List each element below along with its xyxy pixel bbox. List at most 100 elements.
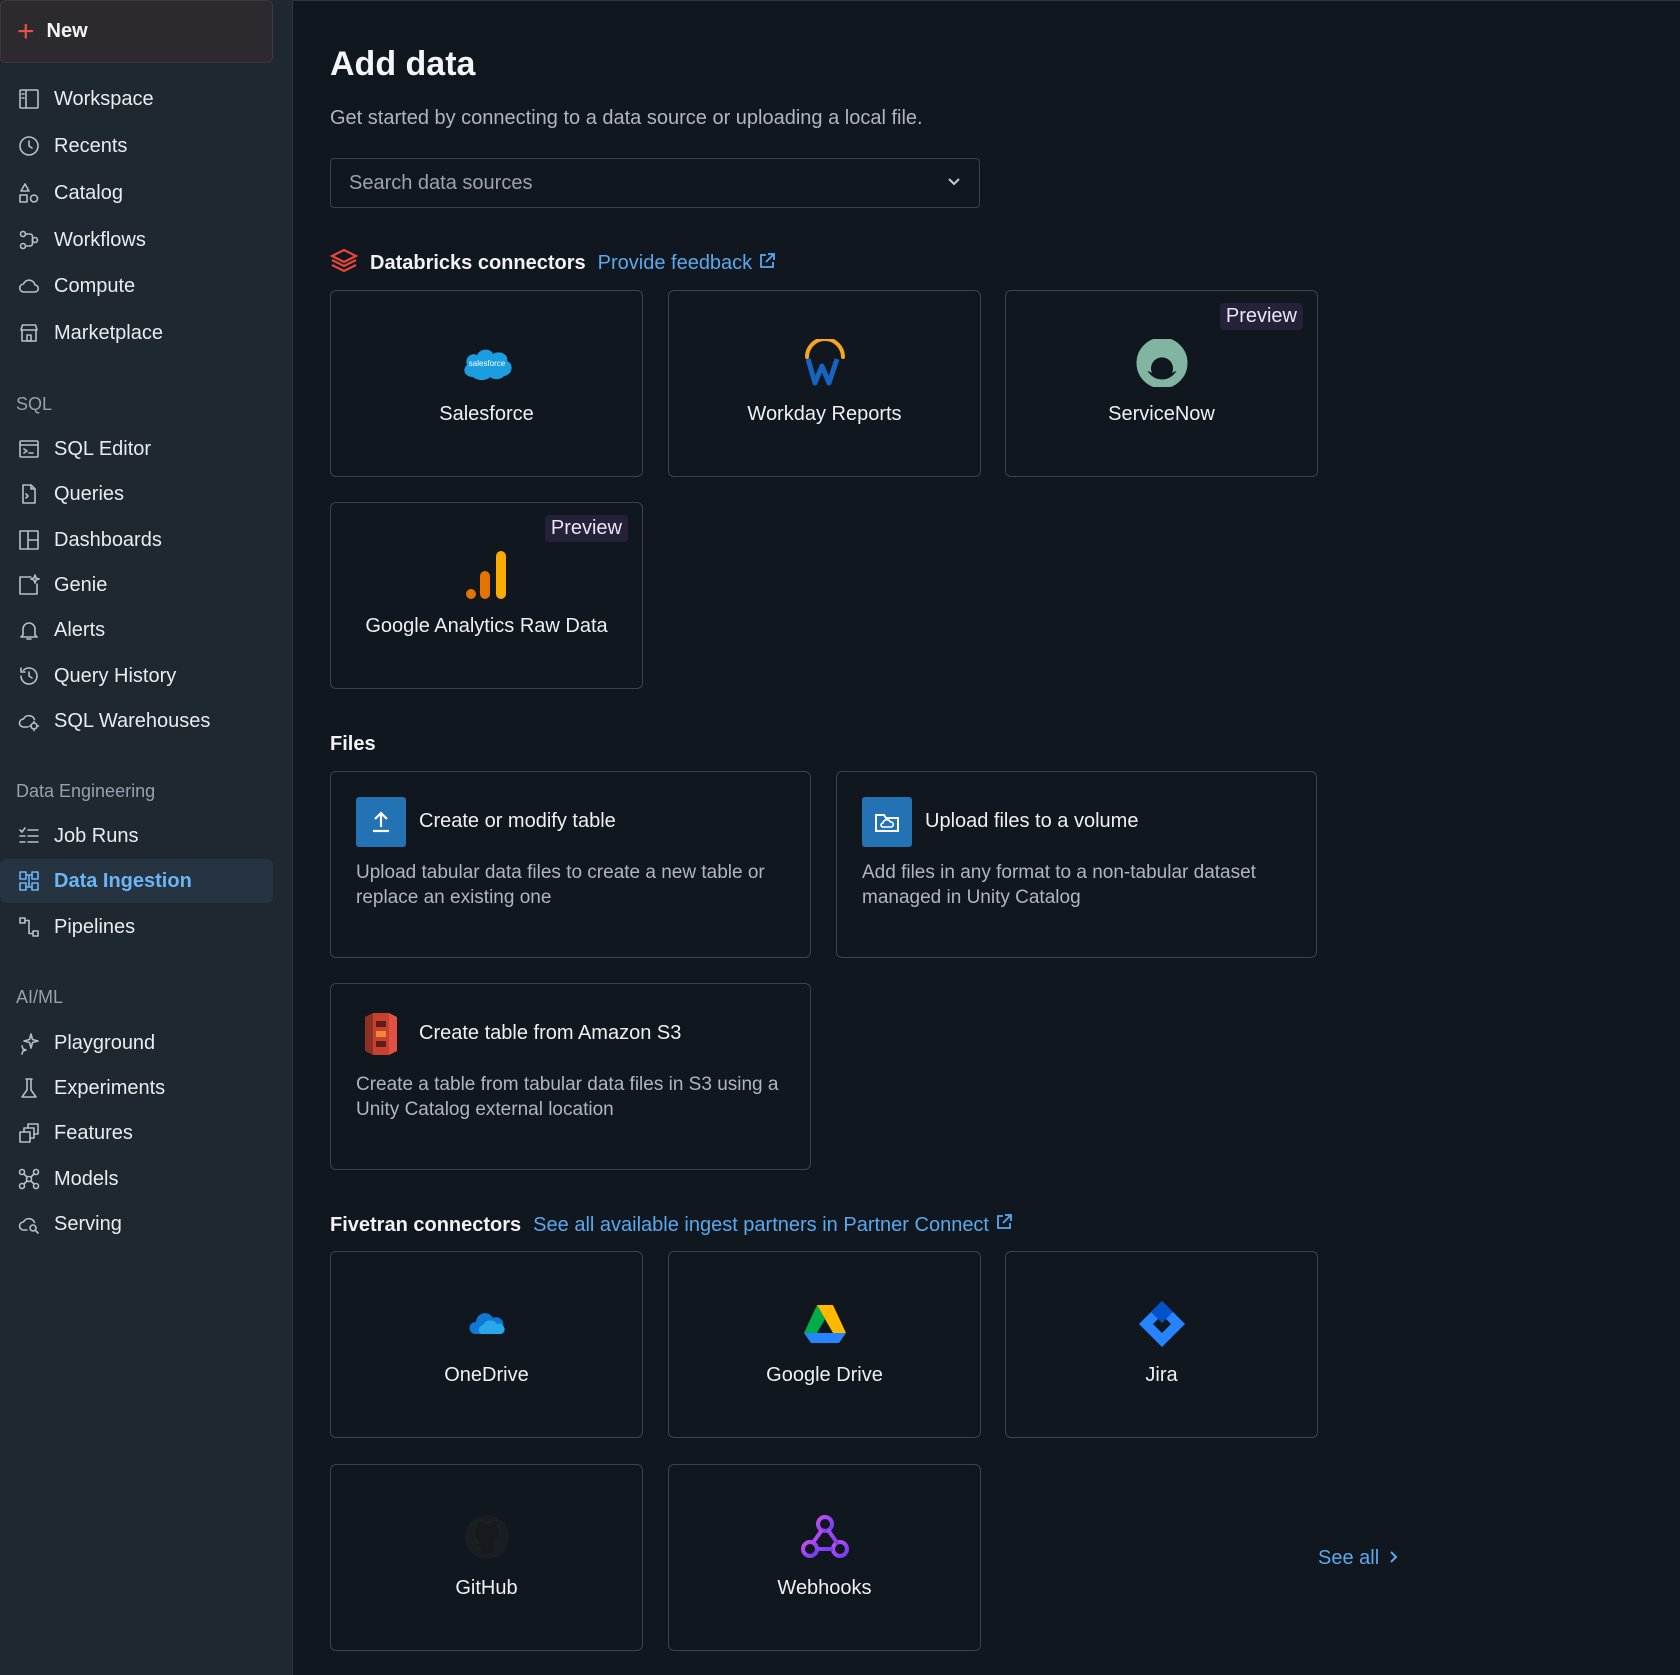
tile-description: Create a table from tabular data files i… — [356, 1074, 779, 1120]
connector-tile-workday-reports[interactable]: Workday Reports — [668, 290, 981, 477]
connector-tile-servicenow[interactable]: Preview ServiceNow — [1005, 290, 1318, 477]
sidebar-section-ai-ml: AI/ML — [16, 987, 64, 1007]
fivetran-connectors-header: Fivetran connectors See all available in… — [330, 1213, 1013, 1237]
features-icon — [16, 1120, 42, 1146]
sidebar-item-label: Genie — [54, 573, 108, 596]
amazon-s3-icon — [356, 1009, 406, 1059]
cloud-icon — [16, 273, 42, 299]
salesforce-logo-text: salesforce — [468, 359, 505, 368]
sidebar-section-data-engineering: Data Engineering — [16, 781, 156, 801]
sparkle-icon — [16, 1030, 42, 1056]
tile-title: Create table from Amazon S3 — [419, 1022, 682, 1044]
sidebar-item-dashboards[interactable]: Dashboards — [0, 518, 273, 562]
sidebar-item-queries[interactable]: Queries — [0, 472, 273, 516]
catalog-icon — [16, 180, 42, 206]
sidebar-item-workspace[interactable]: Workspace — [0, 77, 273, 121]
link-label: Provide feedback — [597, 252, 753, 274]
main-content: Add data Get started by connecting to a … — [293, 0, 1680, 1675]
sidebar-item-catalog[interactable]: Catalog — [0, 171, 273, 215]
dashboard-icon — [16, 527, 42, 553]
sidebar: + New Workspace Recents Catalog Workflow… — [0, 0, 293, 1675]
connector-tile-webhooks[interactable]: Webhooks — [668, 1464, 981, 1651]
upload-icon — [356, 797, 406, 847]
link-label: See all available ingest partners in Par… — [533, 1213, 989, 1236]
sidebar-item-job-runs[interactable]: Job Runs — [0, 814, 273, 858]
bell-icon — [16, 617, 42, 643]
upload-files-to-volume-tile[interactable]: Upload files to a volume Add files in an… — [836, 771, 1317, 958]
tile-description: Upload tabular data files to create a ne… — [356, 862, 765, 908]
sidebar-item-workflows[interactable]: Workflows — [0, 218, 273, 262]
sidebar-item-sql-warehouses[interactable]: SQL Warehouses — [0, 699, 273, 743]
connector-name: Google Drive — [766, 1364, 883, 1386]
workspace-icon — [16, 86, 42, 112]
query-file-icon — [16, 481, 42, 507]
sidebar-item-features[interactable]: Features — [0, 1111, 273, 1155]
clock-icon — [16, 133, 42, 159]
preview-badge: Preview — [1219, 303, 1303, 330]
sidebar-item-playground[interactable]: Playground — [0, 1021, 273, 1065]
sidebar-item-label: Queries — [54, 482, 125, 505]
storefront-icon — [16, 320, 42, 346]
see-all-link[interactable]: See all — [1318, 1547, 1399, 1570]
sidebar-item-label: Serving — [54, 1212, 122, 1235]
servicenow-logo-icon — [1006, 337, 1317, 389]
search-data-sources-input[interactable]: Search data sources — [330, 158, 980, 208]
new-button[interactable]: + New — [0, 0, 273, 63]
connector-tile-github[interactable]: GitHub — [330, 1464, 643, 1651]
sidebar-item-pipelines[interactable]: Pipelines — [0, 905, 273, 949]
sidebar-item-label: Features — [54, 1121, 133, 1144]
sidebar-item-compute[interactable]: Compute — [0, 264, 273, 308]
new-button-label: New — [46, 20, 88, 42]
sql-editor-icon — [16, 436, 42, 462]
sidebar-item-models[interactable]: Models — [0, 1157, 273, 1201]
flask-icon — [16, 1075, 42, 1101]
sidebar-item-label: Experiments — [54, 1076, 166, 1099]
sidebar-section-sql: SQL — [16, 394, 53, 414]
salesforce-logo-icon: salesforce — [331, 337, 642, 389]
sidebar-item-label: Alerts — [54, 618, 106, 641]
connector-name: Salesforce — [439, 403, 534, 425]
sidebar-item-alerts[interactable]: Alerts — [0, 608, 273, 652]
sidebar-item-label: SQL Editor — [54, 437, 152, 460]
partner-connect-link[interactable]: See all available ingest partners in Par… — [533, 1213, 1013, 1237]
sidebar-item-experiments[interactable]: Experiments — [0, 1066, 273, 1110]
external-link-icon — [758, 252, 776, 276]
sidebar-item-label: Data Ingestion — [54, 869, 192, 892]
section-title: Databricks connectors — [370, 252, 586, 274]
files-header: Files — [330, 733, 376, 756]
google-drive-logo-icon — [669, 1298, 980, 1350]
sidebar-item-data-ingestion[interactable]: Data Ingestion — [0, 859, 273, 903]
provide-feedback-link[interactable]: Provide feedback — [598, 252, 777, 276]
connector-name: ServiceNow — [1108, 403, 1215, 425]
section-title: Files — [330, 733, 376, 755]
connector-tile-salesforce[interactable]: salesforce Salesforce — [330, 290, 643, 477]
sidebar-item-label: Marketplace — [54, 321, 163, 344]
connector-tile-onedrive[interactable]: OneDrive — [330, 1251, 643, 1438]
sidebar-item-query-history[interactable]: Query History — [0, 654, 273, 698]
sidebar-item-recents[interactable]: Recents — [0, 124, 273, 168]
sidebar-item-label: Dashboards — [54, 528, 162, 551]
google-analytics-logo-icon — [331, 549, 642, 601]
tile-title: Create or modify table — [419, 810, 616, 832]
connector-tile-google-analytics-raw-data[interactable]: Preview Google Analytics Raw Data — [330, 502, 643, 689]
app-root: + New Workspace Recents Catalog Workflow… — [0, 0, 1680, 1675]
chevron-down-icon[interactable] — [947, 174, 961, 192]
search-placeholder: Search data sources — [349, 171, 533, 194]
connector-name: Workday Reports — [747, 403, 902, 425]
sidebar-item-label: Workflows — [54, 228, 146, 251]
onedrive-logo-icon — [331, 1298, 642, 1350]
connector-tile-jira[interactable]: Jira — [1005, 1251, 1318, 1438]
warehouse-icon — [16, 708, 42, 734]
connector-tile-google-drive[interactable]: Google Drive — [668, 1251, 981, 1438]
sidebar-item-serving[interactable]: Serving — [0, 1202, 273, 1246]
create-or-modify-table-tile[interactable]: Create or modify table Upload tabular da… — [330, 771, 811, 958]
sidebar-item-sql-editor[interactable]: SQL Editor — [0, 427, 273, 471]
sidebar-item-marketplace[interactable]: Marketplace — [0, 311, 273, 355]
job-runs-icon — [16, 823, 42, 849]
data-ingestion-icon — [16, 868, 42, 894]
pipelines-icon — [16, 914, 42, 940]
databricks-logo-icon — [329, 247, 359, 280]
create-table-from-amazon-s3-tile[interactable]: Create table from Amazon S3 Create a tab… — [330, 983, 811, 1170]
preview-badge: Preview — [544, 515, 628, 542]
sidebar-item-genie[interactable]: Genie — [0, 563, 273, 607]
